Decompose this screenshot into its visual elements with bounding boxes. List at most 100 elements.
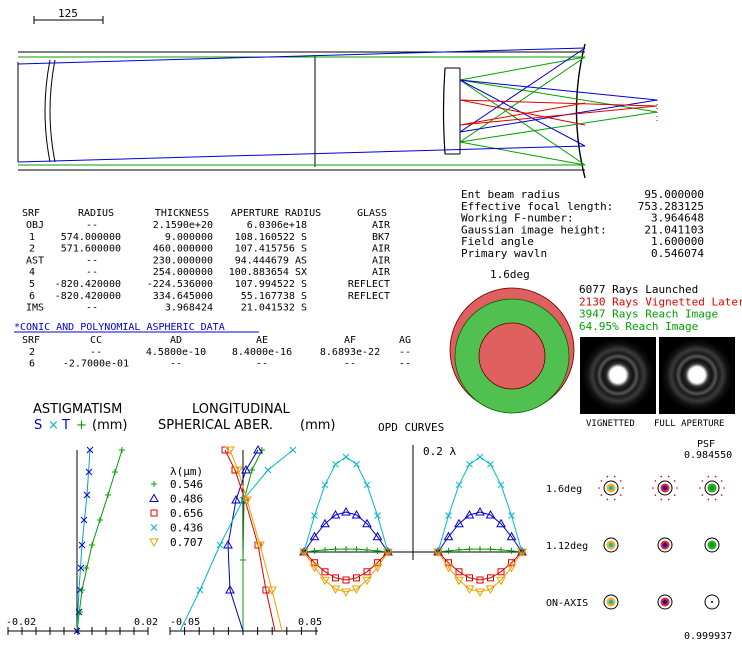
surface-table-cell: 107.415756 S [235,244,307,255]
astig-tangential-marker [83,565,89,571]
wavelength-marker [332,546,339,553]
opd-title: OPD CURVES [378,421,444,434]
surface-table-cell: 6.0306e+18 [247,220,307,231]
rays-on-axis [18,56,658,166]
conic-table-header: SRF [22,335,40,346]
spot-field-label: 1.6deg [546,484,582,495]
wavelength-marker [216,541,224,549]
surface-table-cell: OBJ [26,220,44,231]
primary-mirror [575,43,586,179]
surface-table-cell: AIR [372,220,391,231]
surface-table-cell: IMS [26,303,44,314]
astig-tangential-curve [76,449,123,632]
spot-diagram [652,475,678,501]
conic-table-header: AD [170,335,182,346]
astig-sagittal-curve [76,449,91,632]
surface-table-cell: 6 [29,291,35,302]
surface-table-cell: 230.000000 [153,255,213,266]
spot-diagram [704,537,720,553]
astigmatism-title: ASTIGMATISM [33,402,122,417]
wavelength-marker [455,481,463,489]
astigmatism-plot: ASTIGMATISM S × T + (mm) -0.02 0.02 [6,402,158,635]
spot-diagrams: PSF 0.984550 0.999937 1.6deg 1.12deg ON-AX… [546,439,732,642]
spot-diagram [598,475,624,501]
surface-table-cell: 254.000000 [153,267,213,278]
conic-table-cell: 8.6893e-22 [320,347,380,358]
surface-table-cell: 460.000000 [153,244,213,255]
surface-table-cell: -224.536000 [147,279,213,290]
wavelength-marker [445,512,452,519]
conic-table-header: AF [344,335,356,346]
conic-data-table: *CONIC AND POLYNOMIAL ASPHERIC DATA SRF C… [14,322,411,370]
wavelength-legend-title: λ(μm) [170,465,203,478]
psf-top-value: 0.984550 [684,450,732,461]
astig-legend-t: T [61,418,70,433]
wavelength-marker [497,481,505,489]
wavelength-marker [343,546,349,552]
conic-table-cell: 8.4000e-16 [232,347,292,358]
surface-table-header: THICKNESS [155,208,209,219]
surface-table-cell: AIR [372,267,391,278]
astig-tangential-marker [79,587,85,593]
wavelength-marker [374,512,381,519]
wavelength-marker [445,547,452,554]
surface-table-cell: -- [86,303,98,314]
wavelength-marker [311,512,318,519]
long-xmax-label: 0.05 [298,617,322,628]
lens-layout: 125 [17,7,658,179]
surface-table-cell: 100.883654 SX [229,267,307,278]
psf-vignetted-label: VIGNETTED [586,419,635,429]
surface-data-table: SRF RADIUS THICKNESS APERTURE RADIUS GLASS OB… [22,208,391,314]
wavelength-marker [240,557,246,563]
wavelength-marker [476,453,484,461]
spot-diagram [657,594,673,610]
longitudinal-subtitle: SPHERICAL ABER. [158,418,273,433]
wavelength-legend-value: 0.656 [170,507,203,520]
spot-diagram [603,594,619,610]
opd-curves-plot: OPD CURVES 0.2 λ [299,421,527,598]
surface-table-header: SRF [22,208,40,219]
surface-table-cell: 5 [29,279,35,290]
spot-diagram [704,594,720,610]
surface-table-cell: REFLECT [348,279,390,290]
opd-curve [303,551,389,593]
conic-table-cell: 6 [29,359,35,370]
conic-table-cell: -2.7000e-01 [63,359,129,370]
surface-table-cell: 94.444679 AS [235,255,307,266]
footprint-stat: 64.95% Reach Image [579,320,698,333]
corrector-back [49,59,56,163]
wavelength-marker [508,547,515,554]
spot-diagram [603,537,619,553]
wavelength-marker [466,460,473,468]
astig-xmin-label: -0.02 [6,617,36,628]
system-info: Ent beam radius 95.000000Effective focal … [461,188,704,260]
footprint-stat: 2130 Rays Vignetted Later [579,295,742,308]
surface-table-cell: -820.420000 [55,279,121,290]
astig-tangential-marker [105,492,111,498]
longitudinal-unit: (mm) [300,418,335,433]
spot-field-label: ON-AXIS [546,598,588,609]
astig-unit: (mm) [92,418,127,433]
wavelength-marker [342,453,350,461]
wavelength-legend-value: 0.546 [170,478,203,491]
conic-table-cell: 4.5800e-10 [146,347,206,358]
wavelength-marker [487,460,494,468]
psf-header: PSF [697,439,715,450]
surface-table-cell: 9.000000 [165,232,213,243]
footprint-stat: 3947 Rays Reach Image [579,308,718,321]
conic-table-cell: -- [399,347,411,358]
wavelength-marker [466,546,473,553]
system-info-label: Primary wavln [461,247,547,260]
wavelength-marker [150,524,158,531]
spot-diagram [657,537,673,553]
wavelength-marker [374,547,381,554]
wavelength-marker [149,493,159,502]
conic-table-title[interactable]: *CONIC AND POLYNOMIAL ASPHERIC DATA [14,322,225,333]
pupil-footprint: 1.6deg 6077 Rays Launched2130 Rays Vigne… [449,268,742,429]
conic-table-header: AG [399,335,411,346]
conic-table-cell: -- [344,359,356,370]
astig-tangential-marker [119,447,125,453]
wavelength-marker [289,446,297,454]
surface-table-cell: 107.994522 S [235,279,307,290]
lens-design-report: 125 Ent beam radius 95.000000Effective f… [6,7,742,642]
